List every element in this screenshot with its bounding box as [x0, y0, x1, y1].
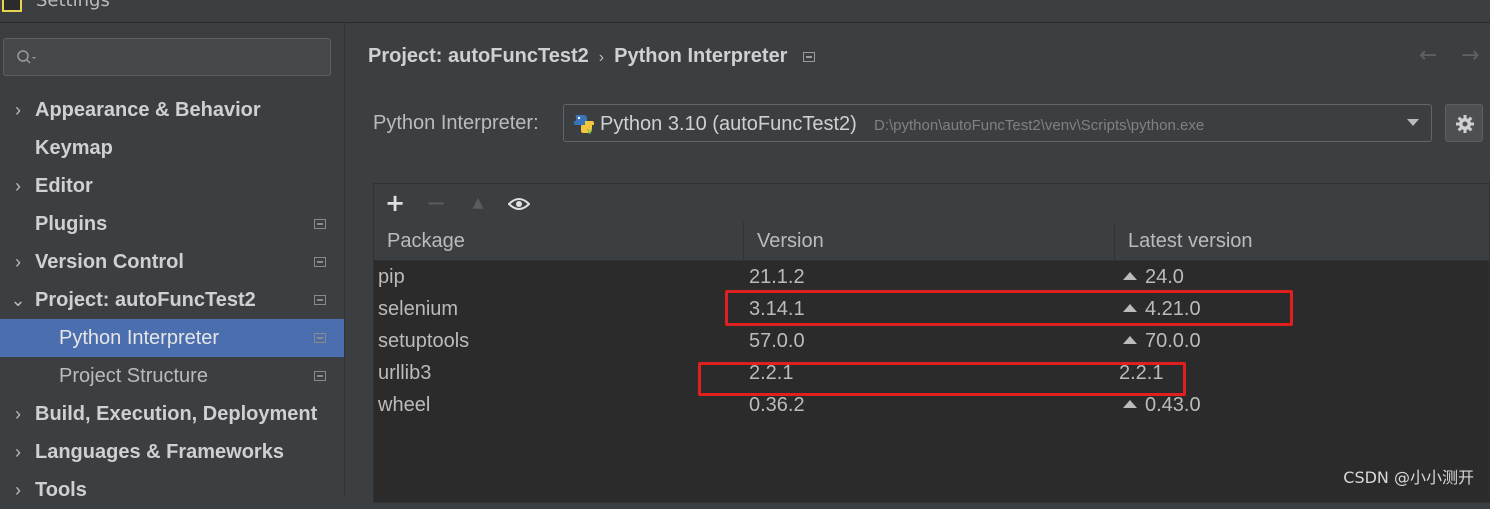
python-icon: v — [574, 115, 594, 135]
package-name: setuptools — [378, 330, 470, 352]
chevron-right-icon: › — [15, 480, 21, 500]
sidebar-item-python-interpreter[interactable]: Python Interpreter — [0, 319, 344, 357]
sidebar-item-label: Build, Execution, Deployment — [35, 403, 318, 425]
latest-version-cell: 24.0 — [1123, 261, 1184, 293]
settings-content: Project: autoFuncTest2 › Python Interprete… — [345, 23, 1490, 503]
package-version: 21.1.2 — [749, 266, 805, 288]
watermark: CSDN @小小测开 — [1343, 468, 1474, 487]
svg-text:v: v — [587, 127, 593, 135]
chevron-right-icon: › — [15, 442, 21, 462]
dropdown-arrow-icon[interactable] — [1407, 119, 1419, 126]
breadcrumb: Project: autoFuncTest2 › Python Interprete… — [368, 45, 816, 68]
title-bar: Settings — [0, 0, 1490, 23]
search-input[interactable] — [44, 45, 318, 71]
package-name: wheel — [378, 394, 431, 416]
sidebar-item-build[interactable]: › Build, Execution, Deployment — [0, 395, 344, 433]
breadcrumb-page: Python Interpreter — [614, 45, 788, 67]
window-title: Settings — [36, 0, 110, 11]
sidebar-item-label: Keymap — [35, 137, 113, 159]
project-level-icon — [314, 257, 326, 267]
forward-arrow-icon[interactable]: → — [1461, 43, 1479, 68]
sidebar-item-version-control[interactable]: › Version Control — [0, 243, 344, 281]
upgrade-available-icon — [1123, 400, 1137, 408]
table-row[interactable]: pip 21.1.2 24.0 — [374, 261, 1489, 293]
latest-version-cell: 70.0.0 — [1123, 325, 1201, 357]
search-icon — [17, 50, 36, 64]
breadcrumb-project: Project: autoFuncTest2 — [368, 45, 589, 67]
latest-version: 70.0.0 — [1145, 330, 1201, 352]
packages-panel: + − ▲ Package Version Latest version pip… — [373, 183, 1490, 503]
sidebar-item-project-structure[interactable]: Project Structure — [0, 357, 344, 395]
gear-icon — [1456, 115, 1474, 133]
sidebar-item-label: Appearance & Behavior — [35, 99, 261, 121]
package-name: selenium — [378, 298, 459, 320]
annotation-box-selenium — [725, 290, 1293, 326]
table-header: Package Version Latest version — [374, 222, 1489, 261]
sidebar-item-appearance[interactable]: › Appearance & Behavior — [0, 91, 344, 129]
app-icon — [2, 0, 22, 12]
add-package-button[interactable]: + — [380, 188, 410, 218]
eye-icon — [507, 198, 531, 210]
interpreter-name: Python 3.10 (autoFuncTest2) — [600, 113, 857, 135]
chevron-right-icon: › — [15, 404, 21, 424]
package-name: urllib3 — [378, 362, 432, 384]
package-name: pip — [378, 266, 405, 288]
project-level-icon — [314, 371, 326, 381]
sidebar-item-label: Editor — [35, 175, 93, 197]
breadcrumb-separator: › — [598, 49, 605, 66]
column-header-latest-version[interactable]: Latest version — [1114, 222, 1490, 260]
packages-toolbar: + − ▲ — [374, 184, 1489, 223]
column-header-package[interactable]: Package — [374, 222, 743, 260]
sidebar-item-project[interactable]: ⌄ Project: autoFuncTest2 — [0, 281, 344, 319]
project-level-icon — [803, 52, 816, 62]
latest-version: 24.0 — [1145, 266, 1184, 288]
settings-search[interactable] — [3, 38, 331, 76]
upgrade-available-icon — [1123, 336, 1137, 344]
interpreter-select[interactable]: v Python 3.10 (autoFuncTest2) D:\python\… — [563, 104, 1432, 142]
show-early-releases-button[interactable] — [504, 188, 534, 218]
package-version: 57.0.0 — [749, 330, 805, 352]
column-header-version[interactable]: Version — [743, 222, 1114, 260]
sidebar-item-label: Plugins — [35, 213, 108, 235]
chevron-right-icon: › — [15, 176, 21, 196]
upgrade-available-icon — [1123, 272, 1137, 280]
remove-package-button[interactable]: − — [421, 188, 451, 218]
interpreter-path: D:\python\autoFuncTest2\venv\Scripts\pyt… — [874, 117, 1205, 134]
upgrade-package-button[interactable]: ▲ — [463, 188, 493, 218]
back-arrow-icon[interactable]: ← — [1419, 43, 1437, 68]
sidebar-item-editor[interactable]: › Editor — [0, 167, 344, 205]
interpreter-label: Python Interpreter: — [373, 112, 539, 134]
sidebar-item-label: Tools — [35, 479, 87, 501]
chevron-right-icon: › — [15, 252, 21, 272]
table-row[interactable]: setuptools 57.0.0 70.0.0 — [374, 325, 1489, 357]
sidebar-item-keymap[interactable]: Keymap — [0, 129, 344, 167]
latest-version: 0.43.0 — [1145, 394, 1201, 416]
sidebar-item-label: Project Structure — [59, 365, 208, 387]
chevron-down-icon: ⌄ — [10, 290, 26, 310]
interpreter-settings-button[interactable] — [1445, 104, 1483, 142]
sidebar-item-label: Version Control — [35, 251, 184, 273]
sidebar-item-label: Languages & Frameworks — [35, 441, 284, 463]
sidebar-item-tools[interactable]: › Tools — [0, 471, 344, 509]
sidebar-item-label: Python Interpreter — [59, 327, 220, 349]
annotation-box-urllib3 — [698, 362, 1186, 396]
chevron-right-icon: › — [15, 100, 21, 120]
sidebar-item-languages[interactable]: › Languages & Frameworks — [0, 433, 344, 471]
settings-sidebar: › Appearance & Behavior Keymap › Editor … — [0, 23, 345, 501]
project-level-icon — [314, 333, 326, 343]
sidebar-item-label: Project: autoFuncTest2 — [35, 289, 256, 311]
sidebar-item-plugins[interactable]: Plugins — [0, 205, 344, 243]
project-level-icon — [314, 219, 326, 229]
project-level-icon — [314, 295, 326, 305]
